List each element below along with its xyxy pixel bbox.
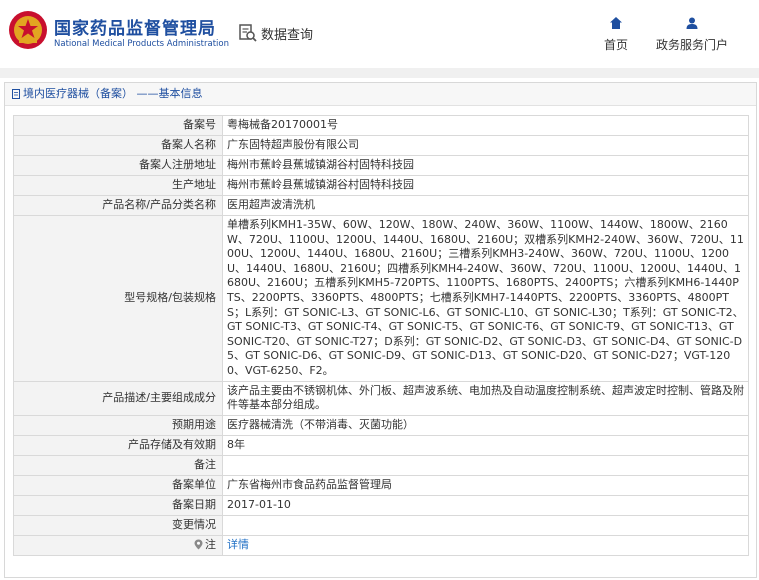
row-value: 2017-01-10 [222,494,749,516]
row-label: 预期用途 [13,414,223,436]
row-label: 生产地址 [13,175,223,196]
table-row: 型号规格/包装规格 单槽系列KMH1-35W、60W、120W、180W、240W… [13,215,749,382]
row-label: 备案号 [13,115,223,136]
table-row: 变更情况 [13,514,749,536]
table-row: 产品存储及有效期 8年 [13,434,749,456]
row-value: 该产品主要由不锈钢机体、外门板、超声波系统、电加热及自动温度控制系统、超声波定时… [222,380,749,416]
nav-service-portal[interactable]: 政务服务门户 [650,16,734,53]
row-value [222,454,749,476]
details-link[interactable]: 详情 [227,538,249,551]
note-label: 注 [205,537,216,551]
nav-portal-label: 政务服务门户 [655,38,728,52]
table-row: 备案人名称 广东固特超声股份有限公司 [13,135,749,156]
home-icon [610,17,622,29]
row-value: 8年 [222,434,749,456]
row-value: 广东省梅州市食品药品监督管理局 [222,474,749,496]
row-value: 医用超声波清洗机 [222,195,749,216]
header-divider [0,68,759,78]
table-row: 产品名称/产品分类名称 医用超声波清洗机 [13,195,749,216]
row-value: 梅州市蕉岭县蕉城镇湖谷村固特科技园 [222,175,749,196]
breadcrumb-text: 境内医疗器械（备案） ——基本信息 [23,87,203,100]
site-header: 国家药品监督管理局 National Medical Products Admi… [0,0,759,68]
row-label: 备案日期 [13,494,223,516]
nav-home[interactable]: 首页 [598,16,634,53]
row-label: 备案人注册地址 [13,155,223,176]
row-label: 型号规格/包装规格 [13,215,223,382]
row-label: 产品存储及有效期 [13,434,223,456]
row-value: 医疗器械清洗（不带消毒、灭菌功能） [222,414,749,436]
row-label: 备注 [13,454,223,476]
row-label: 产品描述/主要组成成分 [13,380,223,416]
row-label: 产品名称/产品分类名称 [13,195,223,216]
row-value: 单槽系列KMH1-35W、60W、120W、180W、240W、360W、110… [222,215,749,382]
row-value: 详情 [222,534,749,556]
row-value: 梅州市蕉岭县蕉城镇湖谷村固特科技园 [222,155,749,176]
table-row: 生产地址 梅州市蕉岭县蕉城镇湖谷村固特科技园 [13,175,749,196]
table-row: 备案日期 2017-01-10 [13,494,749,516]
table-row: 备案人注册地址 梅州市蕉岭县蕉城镇湖谷村固特科技园 [13,155,749,176]
document-search-icon [239,24,257,42]
row-label: 注 [13,534,223,556]
site-title: 国家药品监督管理局 [54,19,216,39]
table-row: 备案号 粤梅械备20170001号 [13,115,749,136]
location-pin-icon [194,539,203,550]
table-row: 注 详情 [13,534,749,556]
data-query-link[interactable]: 数据查询 [238,22,313,44]
data-query-label: 数据查询 [261,27,314,43]
table-row: 备案单位 广东省梅州市食品药品监督管理局 [13,474,749,496]
breadcrumb: 境内医疗器械（备案） ——基本信息 [5,83,756,106]
row-value: 粤梅械备20170001号 [222,115,749,136]
site-subtitle: National Medical Products Administration [54,39,229,49]
row-label: 变更情况 [13,514,223,536]
national-emblem-icon [9,11,47,49]
row-label: 备案单位 [13,474,223,496]
user-icon [686,17,698,29]
detail-panel: 境内医疗器械（备案） ——基本信息 备案号 粤梅械备20170001号 备案人名称… [4,82,757,578]
row-value: 广东固特超声股份有限公司 [222,135,749,156]
table-row: 备注 [13,454,749,476]
info-table: 备案号 粤梅械备20170001号 备案人名称 广东固特超声股份有限公司 备案人注册… [13,115,749,556]
table-row: 产品描述/主要组成成分 该产品主要由不锈钢机体、外门板、超声波系统、电加热及自动温… [13,380,749,416]
document-icon [12,89,20,99]
nav-home-label: 首页 [603,38,628,52]
row-value [222,514,749,536]
row-label: 备案人名称 [13,135,223,156]
table-row: 预期用途 医疗器械清洗（不带消毒、灭菌功能） [13,414,749,436]
